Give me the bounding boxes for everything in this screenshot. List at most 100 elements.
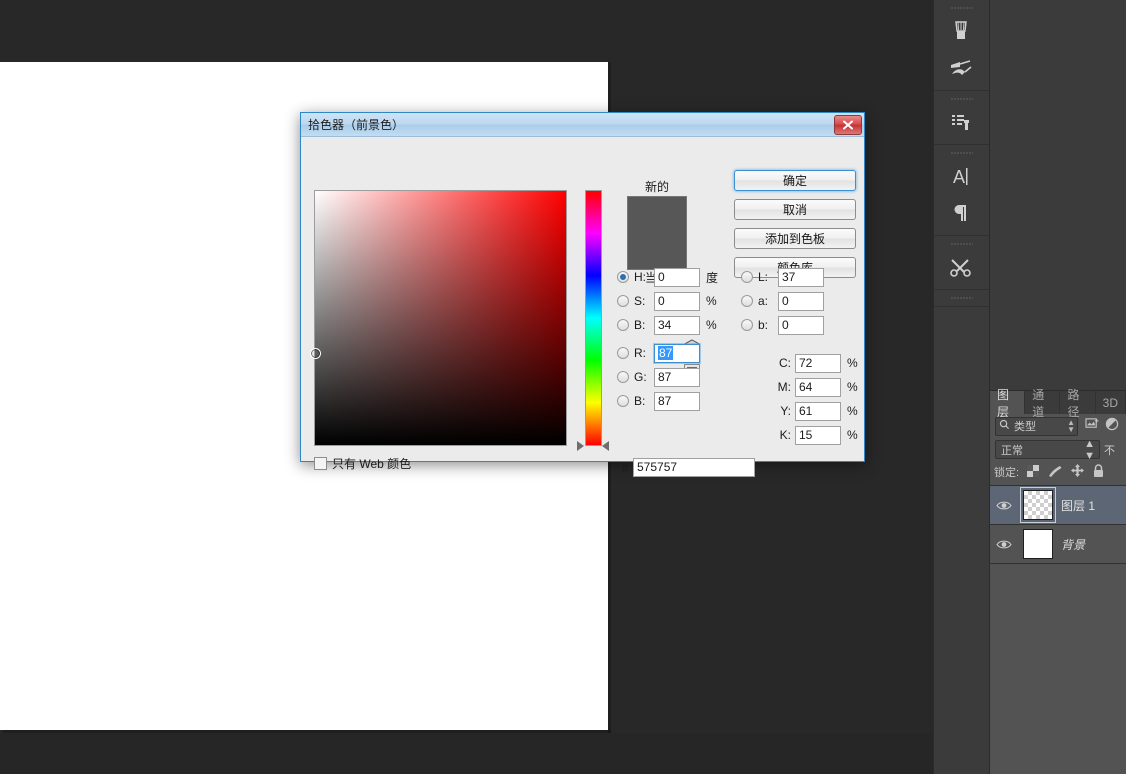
unit-c: % [847,356,858,370]
layers-list: 图层 1 背景 [990,485,1126,564]
brush-icon[interactable] [934,12,987,49]
blend-mode-select[interactable]: 正常 ▲ ▼ [995,437,1100,462]
radio-b-blue[interactable] [617,395,629,407]
panel-grip[interactable] [950,240,973,247]
input-k[interactable]: 15 [795,425,841,445]
character-icon[interactable]: A [934,157,987,194]
layer-thumbnail[interactable] [1020,526,1056,562]
color-swatch-box[interactable] [627,196,687,270]
radio-s[interactable] [617,295,629,307]
input-a[interactable]: 0 [778,291,824,311]
brush-presets-icon[interactable] [934,49,987,86]
input-b-blue[interactable]: 87 [654,391,700,411]
saturation-brightness-field[interactable] [310,190,567,446]
cancel-button[interactable]: 取消 [734,199,856,220]
tab-3d[interactable]: 3D [1096,391,1126,414]
upper-panel-group [990,0,1126,391]
radio-b-brightness[interactable] [617,319,629,331]
input-r[interactable]: 87 [654,343,700,363]
field-row-y: Y: 61 % [769,399,879,423]
panel-grip[interactable] [950,149,973,156]
lock-position-icon[interactable] [1070,463,1085,481]
field-row-s: S: 0 % [617,289,741,313]
input-h[interactable]: 0 [654,267,700,287]
lock-image-pixels-icon[interactable] [1047,464,1063,481]
lab-column: L: 37 a: 0 b: 0 [741,265,861,337]
input-m[interactable]: 64 [795,377,841,397]
field-row-b-brightness: B: 34 % [617,313,741,337]
chevron-updown-icon: ▲ ▼ [1084,437,1095,462]
paragraph-icon[interactable] [934,194,987,231]
strip-group-tools [934,236,989,290]
hue-slider-bar[interactable] [585,190,602,446]
radio-a[interactable] [741,295,753,307]
add-to-swatches-button[interactable]: 添加到色板 [734,228,856,249]
current-color-swatch[interactable] [628,233,686,269]
panel-grip[interactable] [950,4,973,11]
hue-slider-handle-left[interactable] [577,441,584,451]
layer-row-2[interactable]: 背景 [990,525,1126,564]
lock-row: 锁定: [990,461,1126,483]
lock-all-icon[interactable] [1092,463,1105,481]
svg-text:A: A [953,167,965,187]
input-y[interactable]: 61 [795,401,841,421]
input-s[interactable]: 0 [654,291,700,311]
label-m: M: [777,380,791,394]
input-b-lab[interactable]: 0 [778,315,824,335]
tool-presets-icon[interactable] [934,248,987,285]
input-g[interactable]: 87 [654,367,700,387]
hue-slider[interactable] [577,190,609,451]
input-b-brightness[interactable]: 34 [654,315,700,335]
dialog-title-bar[interactable]: 拾色器（前景色） [301,113,864,137]
label-k: K: [779,428,791,442]
blend-mode-value: 正常 [1001,444,1023,457]
lock-transparent-pixels-icon[interactable] [1026,464,1040,481]
strip-group-clone [934,91,989,145]
input-c[interactable]: 72 [795,353,841,373]
tab-layers[interactable]: 图层 [990,388,1026,419]
tab-channels[interactable]: 通道 [1025,388,1061,419]
label-b-brightness: B: [634,318,646,332]
clone-source-icon[interactable] [934,103,987,140]
filter-pixel-icon[interactable] [1085,417,1100,435]
layer-filter-row: 类型 ▲ ▼ [990,414,1126,438]
cmyk-column: C: 72 % M: 64 % Y: 61 % K: 15 % [769,351,879,447]
ok-button[interactable]: 确定 [734,170,856,191]
web-only-checkbox[interactable] [314,457,327,470]
label-s: S: [634,294,646,308]
layer-filter-select[interactable]: 类型 ▲ ▼ [995,416,1078,436]
label-b-lab: b: [758,318,769,332]
dialog-body: 新的 当前 [301,137,864,477]
new-color-swatch[interactable] [628,197,686,233]
input-l[interactable]: 37 [778,267,824,287]
radio-l[interactable] [741,271,753,283]
color-picker-dialog: 拾色器（前景色） 新的 确定 取消 添加到色板 H: 0 度 S: 0 % B:… [300,112,865,477]
radio-r[interactable] [617,347,629,359]
hex-hash-label: # [621,460,629,475]
filter-type-icons [1085,417,1119,436]
label-h: H: [634,270,646,284]
label-c: C: [779,356,791,370]
panel-icon-strip: A [933,0,990,774]
panel-grip[interactable] [950,294,973,301]
layer-row-1[interactable]: 图层 1 [990,486,1126,525]
field-row-l: L: 37 [741,265,861,289]
hex-input[interactable]: 575757 [633,458,755,477]
visibility-toggle-icon[interactable] [993,500,1015,511]
hue-slider-handle-right[interactable] [602,441,609,451]
visibility-toggle-icon[interactable] [993,539,1015,550]
label-a: a: [758,294,769,308]
close-icon[interactable] [834,115,862,135]
opacity-label: 不 [1104,444,1115,457]
chevron-updown-icon: ▲ ▼ [1067,418,1075,434]
field-row-h: H: 0 度 [617,265,741,289]
radio-g[interactable] [617,371,629,383]
layer-thumbnail[interactable] [1020,487,1056,523]
radio-b-lab[interactable] [741,319,753,331]
panel-grip[interactable] [950,95,973,102]
tab-paths[interactable]: 路径 [1060,388,1096,419]
radio-h[interactable] [617,271,629,283]
label-g: G: [634,370,647,384]
strip-group-brush [934,0,989,91]
filter-adjustment-icon[interactable] [1105,417,1119,436]
